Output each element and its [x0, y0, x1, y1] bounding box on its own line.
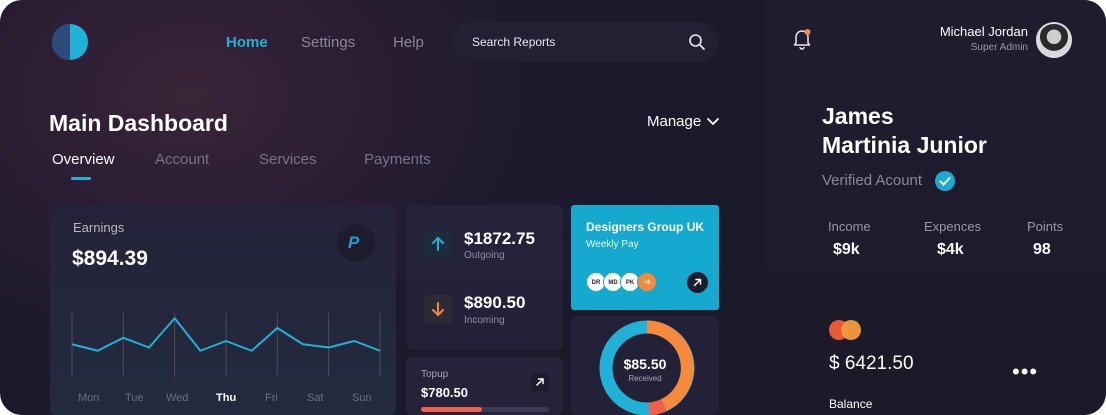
paypal-icon[interactable]: P	[337, 224, 375, 262]
earnings-card: Earnings $894.39 P Mon Tue Wed Thu Fri S…	[50, 205, 396, 415]
active-tab-indicator	[71, 177, 91, 180]
incoming-label: Incoming	[464, 315, 505, 326]
received-donut-card: $85.50 Received	[571, 316, 719, 415]
day-label-sat: Sat	[307, 392, 324, 404]
search-icon[interactable]	[688, 33, 706, 51]
nav-settings[interactable]: Settings	[301, 34, 355, 51]
search-input[interactable]: Search Reports	[450, 22, 718, 62]
arrow-up-right-icon[interactable]	[687, 272, 708, 293]
metric-income-label: Income	[828, 219, 871, 234]
dashboard-frame: Home Settings Help Search Reports Michae…	[0, 0, 1106, 415]
donut-label: Received	[628, 374, 662, 383]
donut-value: $85.50	[623, 356, 667, 372]
user-name: Michael Jordan	[939, 24, 1028, 39]
metric-expenses-value: $4k	[937, 241, 964, 258]
day-label-wed: Wed	[166, 392, 189, 404]
notification-bell-icon[interactable]	[792, 28, 812, 50]
metric-income-value: $9k	[833, 241, 860, 258]
day-label-tue: Tue	[125, 392, 144, 404]
profile-name-line1: James	[822, 103, 894, 129]
earnings-value: $894.39	[72, 247, 148, 270]
day-label-thu: Thu	[216, 392, 237, 404]
verified-check-icon	[935, 171, 955, 191]
topup-value: $780.50	[421, 385, 468, 400]
balance-label: Balance	[829, 397, 873, 411]
avatar[interactable]	[1036, 22, 1072, 58]
nav-help[interactable]: Help	[393, 34, 424, 51]
page-title: Main Dashboard	[49, 110, 228, 136]
card-balance: $ 6421.50	[829, 353, 914, 374]
tab-payments[interactable]: Payments	[364, 151, 431, 168]
tab-services[interactable]: Services	[259, 151, 317, 168]
topup-progress-fill	[421, 407, 483, 412]
credit-card[interactable]: $ 6421.50 ••• Balance	[797, 293, 1087, 415]
tab-account[interactable]: Account	[155, 151, 209, 168]
incoming-value: $890.50	[464, 293, 526, 312]
outgoing-card[interactable]: $1872.75 Outgoing	[406, 205, 563, 285]
mastercard-icon-overlap	[841, 320, 861, 340]
arrow-down-icon	[424, 295, 452, 323]
outgoing-label: Outgoing	[464, 250, 505, 261]
profile-name-line2: Martinia Junior	[822, 132, 987, 158]
metric-points-value: 98	[1033, 241, 1051, 258]
designers-group-card[interactable]: Designers Group UK Weekly Pay DR MD PK +…	[571, 205, 719, 310]
app-logo[interactable]	[52, 24, 88, 60]
outgoing-value: $1872.75	[464, 229, 535, 248]
member-count-badge: +8	[637, 272, 657, 292]
verified-label: Verified Acount	[822, 172, 923, 189]
metric-expenses-label: Expences	[924, 219, 982, 234]
metric-points-label: Points	[1027, 219, 1064, 234]
user-role: Super Admin	[970, 42, 1028, 53]
incoming-card[interactable]: $890.50 Incoming	[406, 275, 563, 350]
topup-card[interactable]: Topup $780.50	[406, 357, 563, 415]
earnings-label: Earnings	[73, 220, 125, 235]
chevron-down-icon[interactable]	[706, 117, 720, 127]
tab-overview[interactable]: Overview	[52, 151, 115, 168]
search-placeholder: Search Reports	[472, 35, 556, 49]
day-label-fri: Fri	[265, 392, 278, 404]
more-options-icon[interactable]: •••	[1012, 359, 1038, 385]
arrow-up-right-icon[interactable]	[531, 373, 549, 391]
manage-dropdown[interactable]: Manage	[647, 113, 701, 130]
nav-home[interactable]: Home	[226, 34, 268, 51]
day-label-mon: Mon	[78, 392, 100, 404]
group-subtitle: Weekly Pay	[586, 239, 639, 250]
topup-label: Topup	[421, 369, 449, 380]
group-title: Designers Group UK	[586, 220, 705, 234]
day-label-sun: Sun	[352, 392, 372, 404]
arrow-up-icon	[424, 230, 452, 258]
